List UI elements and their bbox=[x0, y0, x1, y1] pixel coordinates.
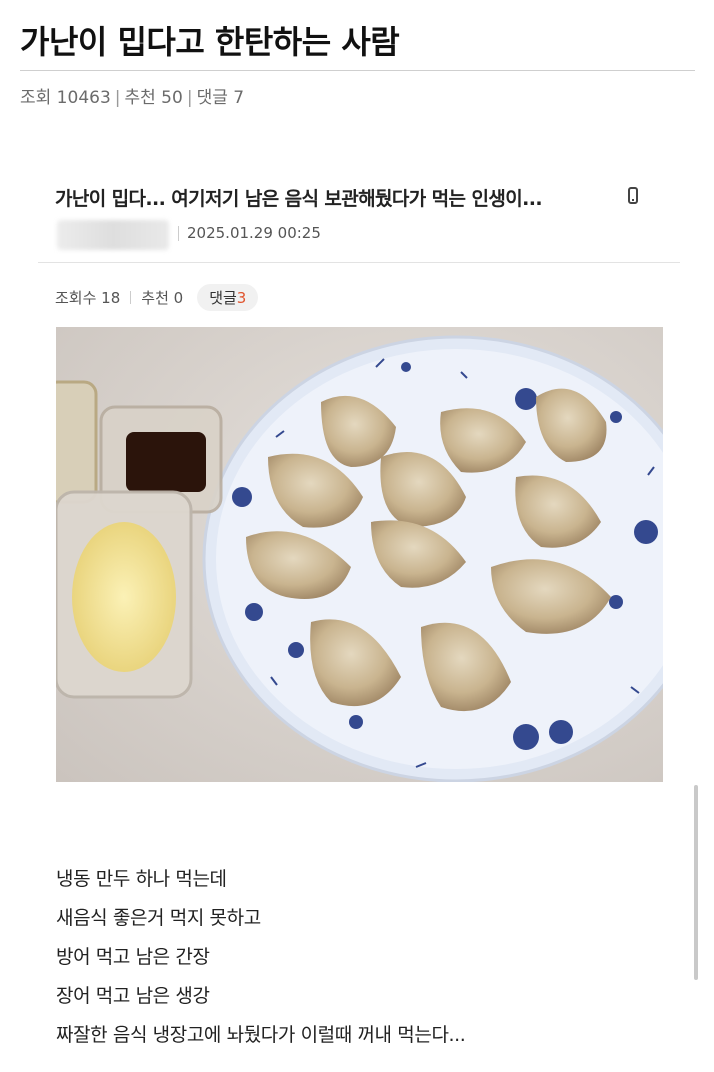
comment-label: 댓글 bbox=[209, 289, 237, 307]
view-count: 조회 10463 bbox=[20, 88, 111, 108]
body-line: 냉동 만두 하나 먹는데 bbox=[56, 868, 227, 890]
screenshot-divider bbox=[38, 262, 680, 263]
body-line: 짜잘한 음식 냉장고에 놔뒀다가 이럴때 꺼내 먹는다... bbox=[56, 1024, 466, 1046]
screenshot-recommend-count: 추천 0 bbox=[141, 289, 184, 307]
comment-badge[interactable]: 댓글3 bbox=[197, 284, 259, 311]
mobile-phone-icon bbox=[628, 187, 638, 204]
embedded-screenshot: 가난이 밉다... 여기저기 남은 음식 보관해뒀다가 먹는 인생이... 20… bbox=[38, 160, 698, 1072]
dumpling-photo bbox=[56, 327, 663, 782]
recommend-count: 추천 50 bbox=[124, 88, 183, 108]
body-line: 방어 먹고 남은 간장 bbox=[56, 946, 210, 968]
body-line: 새음식 좋은거 먹지 못하고 bbox=[56, 907, 261, 929]
screenshot-view-count: 조회수 18 bbox=[55, 289, 121, 307]
meta-separator: | bbox=[186, 88, 193, 108]
scrollbar[interactable] bbox=[694, 785, 698, 980]
comment-badge-count: 3 bbox=[236, 289, 247, 307]
comment-count: 댓글 7 bbox=[196, 88, 245, 108]
stats-separator bbox=[130, 291, 132, 304]
screenshot-post-title: 가난이 밉다... 여기저기 남은 음식 보관해뒀다가 먹는 인생이... bbox=[55, 188, 543, 210]
date-separator bbox=[178, 226, 179, 241]
body-line: 장어 먹고 남은 생강 bbox=[56, 985, 210, 1007]
post-body: 냉동 만두 하나 먹는데 새음식 좋은거 먹지 못하고 방어 먹고 남은 간장 … bbox=[56, 860, 466, 1055]
page-title: 가난이 밉다고 한탄하는 사람 bbox=[20, 23, 400, 61]
meta-separator: | bbox=[114, 88, 121, 108]
post-date: 2025.01.29 00:25 bbox=[187, 224, 321, 242]
screenshot-stats: 조회수 18 추천 0 댓글3 bbox=[55, 284, 259, 311]
post-meta: 조회 10463 | 추천 50 | 댓글 7 bbox=[20, 86, 244, 110]
title-divider bbox=[20, 70, 695, 71]
blurred-author-name bbox=[57, 220, 169, 250]
